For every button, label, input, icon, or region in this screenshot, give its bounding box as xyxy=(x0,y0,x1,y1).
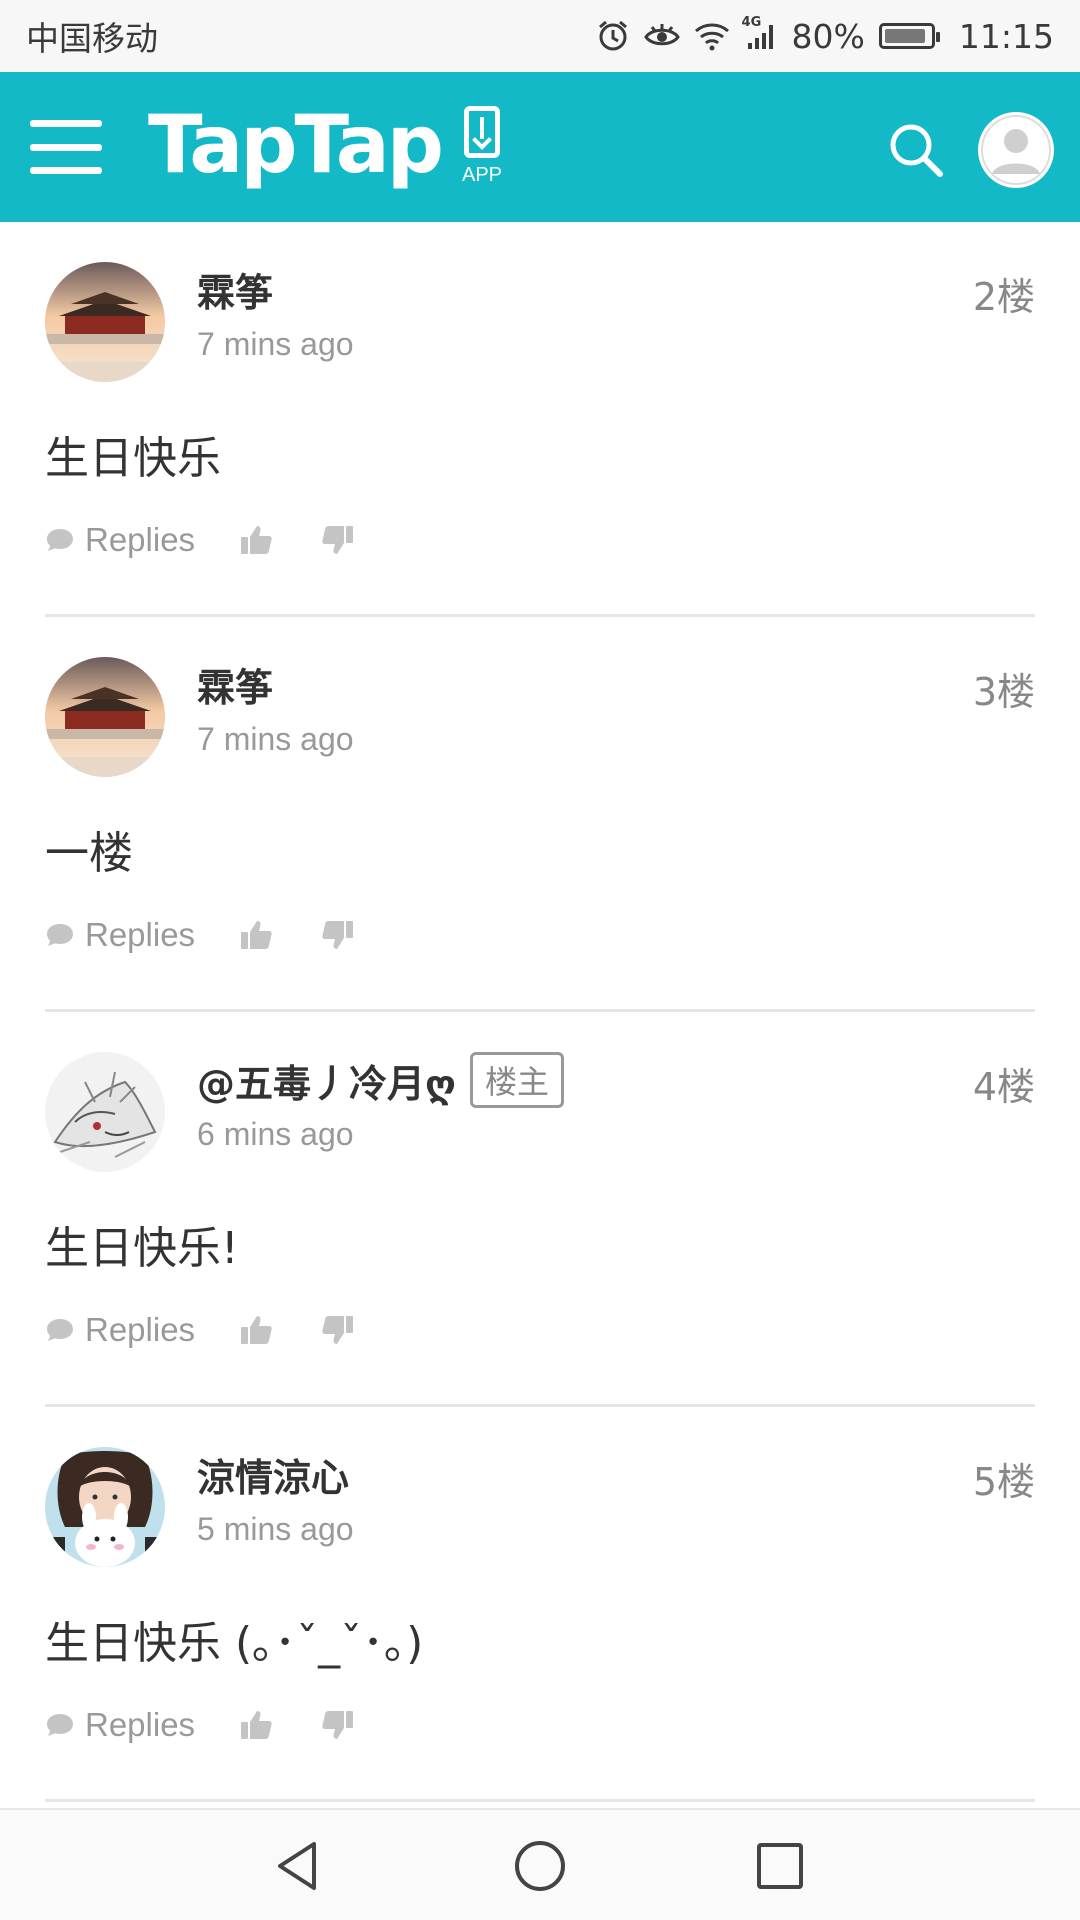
app-header: TapTap APP xyxy=(0,72,1080,222)
network-type-label: 4G xyxy=(741,15,762,30)
user-icon xyxy=(981,115,1051,185)
username[interactable]: @五毒丿冷月ღ 楼主 xyxy=(197,1052,564,1108)
speech-bubble-icon xyxy=(47,1714,73,1736)
replies-button[interactable]: Replies xyxy=(45,521,195,559)
floor-number: 4楼 xyxy=(972,1065,1035,1109)
menu-icon[interactable] xyxy=(30,120,102,174)
comment-actions: Replies xyxy=(45,1695,355,1755)
comment-item: 霖筝 7 mins ago 2楼 生日快乐 Replies xyxy=(45,222,1035,617)
username-label: 霖筝 xyxy=(197,271,274,315)
post-time: 7 mins ago xyxy=(197,721,354,757)
back-icon[interactable] xyxy=(270,1838,326,1894)
op-badge: 楼主 xyxy=(469,1052,564,1108)
battery-percent: 80% xyxy=(791,16,865,56)
taptap-logo[interactable]: TapTap xyxy=(148,98,444,191)
username[interactable]: 霖筝 xyxy=(197,262,273,317)
thumbs-up-icon[interactable] xyxy=(239,522,275,558)
alarm-icon xyxy=(596,19,630,53)
post-time: 6 mins ago xyxy=(197,1116,354,1152)
comment-item: 涼情涼心 5 mins ago 5楼 生日快乐 (｡･ˇ_ˇ･｡) Replie… xyxy=(45,1407,1035,1802)
avatar[interactable] xyxy=(45,657,165,777)
post-time: 5 mins ago xyxy=(197,1511,354,1547)
status-bar: 中国移动 4G 80% 11:15 xyxy=(0,0,1080,72)
avatar[interactable] xyxy=(45,1447,165,1567)
comment-item: @五毒丿冷月ღ 楼主 6 mins ago 4楼 生日快乐! Replies xyxy=(45,1012,1035,1407)
floor-number: 3楼 xyxy=(972,670,1035,714)
replies-button[interactable]: Replies xyxy=(45,916,195,954)
recent-apps-icon[interactable] xyxy=(756,1842,804,1890)
signal-icon: 4G xyxy=(742,15,778,51)
thumbs-up-icon[interactable] xyxy=(239,1707,275,1743)
comment-content: 生日快乐 (｡･ˇ_ˇ･｡) xyxy=(45,1618,424,1669)
speech-bubble-icon xyxy=(47,924,73,946)
replies-label: Replies xyxy=(85,1311,196,1348)
thumbs-up-icon[interactable] xyxy=(239,917,275,953)
status-icons: 4G 80% 11:15 xyxy=(596,15,1054,56)
comment-actions: Replies xyxy=(45,510,355,570)
username[interactable]: 霖筝 xyxy=(197,657,273,712)
download-phone-icon xyxy=(464,106,500,158)
comment-actions: Replies xyxy=(45,1300,355,1360)
comment-content: 生日快乐! xyxy=(45,1223,239,1274)
search-icon[interactable] xyxy=(886,120,946,180)
eye-comfort-icon xyxy=(643,21,680,51)
user-avatar-button[interactable] xyxy=(978,112,1054,188)
system-navigation-bar xyxy=(0,1808,1080,1920)
comment-feed: 霖筝 7 mins ago 2楼 生日快乐 Replies 霖筝 7 mins … xyxy=(0,222,1080,1802)
replies-label: Replies xyxy=(85,1706,196,1743)
floor-number: 2楼 xyxy=(972,275,1035,319)
post-time: 7 mins ago xyxy=(197,326,354,362)
comment-actions: Replies xyxy=(45,905,355,965)
battery-icon xyxy=(878,23,940,49)
username[interactable]: 涼情涼心 xyxy=(197,1447,349,1502)
app-download-button[interactable]: APP xyxy=(452,106,512,196)
comment-content: 生日快乐 xyxy=(45,433,221,484)
thumbs-up-icon[interactable] xyxy=(239,1312,275,1348)
clock: 11:15 xyxy=(958,16,1054,56)
speech-bubble-icon xyxy=(47,1319,73,1341)
wifi-icon xyxy=(694,21,730,51)
username-label: 涼情涼心 xyxy=(197,1456,350,1500)
app-download-label: APP xyxy=(461,164,503,186)
replies-button[interactable]: Replies xyxy=(45,1311,195,1349)
thumbs-down-icon[interactable] xyxy=(319,1312,355,1348)
username-label: 霖筝 xyxy=(197,666,274,710)
comment-content: 一楼 xyxy=(45,828,133,879)
floor-number: 5楼 xyxy=(972,1460,1035,1504)
thumbs-down-icon[interactable] xyxy=(319,917,355,953)
replies-button[interactable]: Replies xyxy=(45,1706,195,1744)
thumbs-down-icon[interactable] xyxy=(319,1707,355,1743)
avatar[interactable] xyxy=(45,1052,165,1172)
replies-label: Replies xyxy=(85,521,196,558)
username-label: @五毒丿冷月ღ xyxy=(197,1061,456,1106)
thumbs-down-icon[interactable] xyxy=(319,522,355,558)
avatar[interactable] xyxy=(45,262,165,382)
home-icon[interactable] xyxy=(512,1838,568,1894)
speech-bubble-icon xyxy=(47,529,73,551)
comment-item: 霖筝 7 mins ago 3楼 一楼 Replies xyxy=(45,617,1035,1012)
carrier-label: 中国移动 xyxy=(26,19,158,58)
replies-label: Replies xyxy=(85,916,196,953)
